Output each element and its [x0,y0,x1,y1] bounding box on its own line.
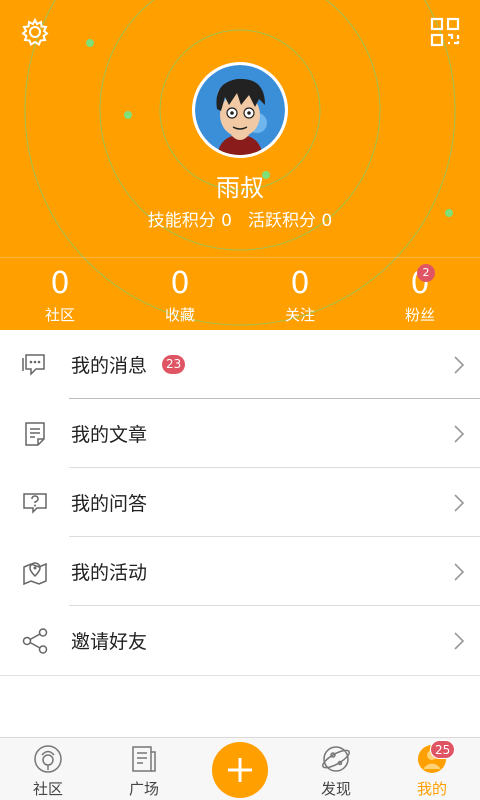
planet-icon [322,746,350,772]
skill-points: 技能积分 0 [147,211,232,231]
chevron-right-icon [454,493,465,512]
fans-count-badge: 2 [417,264,435,282]
tab-label: 广场 [128,780,159,798]
create-post-button[interactable] [212,742,268,798]
menu-item-activities[interactable]: 我的活动 [0,537,480,606]
chevron-right-icon [454,424,465,443]
message-icon [22,352,48,378]
tab-discover[interactable]: 发现 [288,738,384,800]
username: 雨叔 [216,174,264,202]
square-list-icon [132,746,156,772]
tab-label: 发现 [320,780,351,798]
stat-label: 粉丝 [404,306,435,324]
activity-points: 活跃积分 0 [248,211,333,231]
tab-community[interactable]: 社区 [0,738,96,800]
profile-menu: 我的消息 23 我的文章 我的问答 我的活动 邀请好友 [0,330,480,675]
avatar[interactable] [192,62,288,158]
map-activity-icon [22,559,48,585]
menu-label: 我的活动 [71,562,148,584]
article-icon [22,421,48,447]
menu-item-invite[interactable]: 邀请好友 [0,606,480,675]
stat-label: 社区 [44,306,75,324]
menu-item-messages[interactable]: 我的消息 23 [0,330,480,399]
community-icon [34,745,62,773]
menu-item-articles[interactable]: 我的文章 [0,399,480,468]
chevron-right-icon [454,355,465,374]
menu-item-qa[interactable]: 我的问答 [0,468,480,537]
stat-value: 0 [50,266,70,301]
points-summary: 技能积分 0 活跃积分 0 [0,206,480,231]
message-count-badge: 23 [162,355,186,374]
stat-label: 关注 [284,306,315,324]
share-icon [22,627,48,654]
settings-gear-icon[interactable] [18,15,52,49]
menu-label: 我的消息 [71,355,148,377]
menu-label: 我的问答 [71,493,148,515]
tab-square[interactable]: 广场 [96,738,192,800]
stats-row: 0 社区 0 收藏 0 关注 0 粉丝 [0,258,480,330]
stat-label: 收藏 [164,306,195,324]
chevron-right-icon [454,631,465,650]
tab-label: 我的 [416,780,447,798]
stat-value: 0 [170,266,190,301]
plus-icon [228,758,252,782]
menu-bottom-divider [0,675,480,676]
qr-code-icon[interactable] [428,15,462,49]
menu-label: 邀请好友 [71,631,148,653]
mine-tab-badge: 25 [430,740,456,759]
stat-community[interactable]: 0 社区 [0,258,120,330]
stat-following[interactable]: 0 关注 [240,258,360,330]
menu-label: 我的文章 [71,424,148,446]
qa-icon [22,490,48,516]
profile-header: 雨叔 技能积分 0 活跃积分 0 0 社区 0 收藏 0 关注 0 粉丝 [0,0,480,330]
tab-label: 社区 [32,780,63,798]
stat-value: 0 [290,266,310,301]
stat-favorites[interactable]: 0 收藏 [120,258,240,330]
chevron-right-icon [454,562,465,581]
